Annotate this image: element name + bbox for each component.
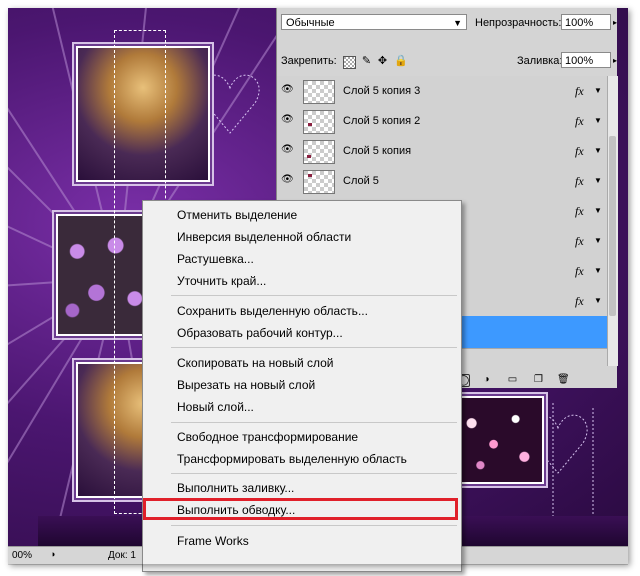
- fx-icon[interactable]: fx: [575, 174, 584, 189]
- fx-expand-icon[interactable]: ▼: [594, 86, 602, 95]
- eye-icon[interactable]: 👁: [281, 85, 294, 95]
- layer-name: Слой 5 копия 2: [343, 115, 421, 127]
- new-layer-icon[interactable]: ❐: [533, 374, 544, 385]
- menu-item-stroke[interactable]: Выполнить обводку...: [177, 503, 295, 517]
- eye-icon[interactable]: 👁: [281, 145, 294, 155]
- trash-icon[interactable]: 🗑: [557, 374, 570, 385]
- layer-thumbnail: [303, 80, 335, 104]
- fx-icon[interactable]: fx: [575, 264, 584, 279]
- fx-expand-icon[interactable]: ▼: [594, 236, 602, 245]
- fx-expand-icon[interactable]: ▼: [594, 146, 602, 155]
- menu-separator: [171, 295, 457, 296]
- eye-icon[interactable]: 👁: [281, 175, 294, 185]
- menu-item-deselect[interactable]: Отменить выделение: [177, 208, 297, 222]
- eye-icon[interactable]: 👁: [281, 115, 294, 125]
- lock-transparent-icon[interactable]: [343, 56, 356, 69]
- fx-icon[interactable]: fx: [575, 84, 584, 99]
- fx-icon[interactable]: fx: [575, 204, 584, 219]
- layer-row[interactable]: 👁 Слой 5 копия 3 fx ▼: [277, 76, 607, 107]
- layer-name: Слой 5: [343, 175, 379, 187]
- menu-separator: [171, 473, 457, 474]
- menu-item-save-selection[interactable]: Сохранить выделенную область...: [177, 304, 368, 318]
- adjustment-layer-icon[interactable]: ◑: [481, 374, 492, 385]
- context-menu: Отменить выделение Инверсия выделенной о…: [142, 200, 462, 572]
- layer-thumbnail: [303, 140, 335, 164]
- fx-icon[interactable]: fx: [575, 234, 584, 249]
- lock-brush-icon[interactable]: ✎: [361, 56, 372, 67]
- menu-item-refine-edge[interactable]: Уточнить край...: [177, 274, 266, 288]
- fx-expand-icon[interactable]: ▼: [594, 266, 602, 275]
- fx-icon[interactable]: fx: [575, 144, 584, 159]
- layer-row[interactable]: 👁 Слой 5 fx ▼: [277, 166, 607, 197]
- layer-thumbnail: [303, 170, 335, 194]
- zoom-level[interactable]: 00%: [12, 550, 32, 561]
- layers-scrollbar[interactable]: [607, 76, 618, 366]
- menu-item-make-work-path[interactable]: Образовать рабочий контур...: [177, 326, 343, 340]
- menu-item-transform-selection[interactable]: Трансформировать выделенную область: [177, 452, 407, 466]
- opacity-arrow-icon[interactable]: ▸: [613, 18, 617, 27]
- fx-icon[interactable]: fx: [575, 114, 584, 129]
- scrollbar-thumb[interactable]: [609, 136, 616, 316]
- fx-icon[interactable]: fx: [575, 294, 584, 309]
- doc-size: Док: 1: [108, 550, 136, 561]
- fx-expand-icon[interactable]: ▼: [594, 206, 602, 215]
- blend-mode-select[interactable]: Обычные ▼: [281, 14, 467, 30]
- menu-item-fill[interactable]: Выполнить заливку...: [177, 481, 294, 495]
- menu-item-feather[interactable]: Растушевка...: [177, 252, 254, 266]
- menu-item-free-transform[interactable]: Свободное трансформирование: [177, 430, 358, 444]
- menu-separator: [171, 422, 457, 423]
- bokeh-photo: [452, 396, 544, 484]
- menu-separator: [171, 525, 457, 526]
- blend-mode-value: Обычные: [286, 17, 335, 29]
- fill-label: Заливка:: [517, 55, 563, 67]
- layer-thumbnail: [303, 110, 335, 134]
- menu-item-new-layer[interactable]: Новый слой...: [177, 400, 254, 414]
- menu-item-layer-via-cut[interactable]: Вырезать на новый слой: [177, 378, 315, 392]
- layer-row[interactable]: 👁 Слой 5 копия 2 fx ▼: [277, 106, 607, 137]
- fx-expand-icon[interactable]: ▼: [594, 296, 602, 305]
- menu-item-frame-works[interactable]: Frame Works: [177, 534, 249, 548]
- lock-label: Закрепить:: [281, 55, 337, 67]
- layer-name: Слой 5 копия 3: [343, 85, 421, 97]
- layers-panel-footer: ◯ ◑ ▭ ❐ 🗑: [457, 372, 617, 388]
- chevron-down-icon: ▼: [453, 18, 462, 28]
- status-menu-icon[interactable]: ◑: [50, 549, 55, 559]
- new-group-icon[interactable]: ▭: [507, 374, 518, 385]
- lock-all-icon[interactable]: 🔒: [394, 56, 408, 67]
- menu-item-inverse[interactable]: Инверсия выделенной области: [177, 230, 351, 244]
- menu-separator: [171, 347, 457, 348]
- menu-item-layer-via-copy[interactable]: Скопировать на новый слой: [177, 356, 334, 370]
- fx-expand-icon[interactable]: ▼: [594, 176, 602, 185]
- layer-row[interactable]: 👁 Слой 5 копия fx ▼: [277, 136, 607, 167]
- layer-name: Слой 5 копия: [343, 145, 412, 157]
- lock-move-icon[interactable]: ✥: [377, 56, 388, 67]
- opacity-label: Непрозрачность:: [475, 17, 562, 29]
- fill-input[interactable]: 100%: [561, 52, 611, 68]
- opacity-input[interactable]: 100%: [561, 14, 611, 30]
- fx-expand-icon[interactable]: ▼: [594, 116, 602, 125]
- fill-arrow-icon[interactable]: ▸: [613, 56, 617, 65]
